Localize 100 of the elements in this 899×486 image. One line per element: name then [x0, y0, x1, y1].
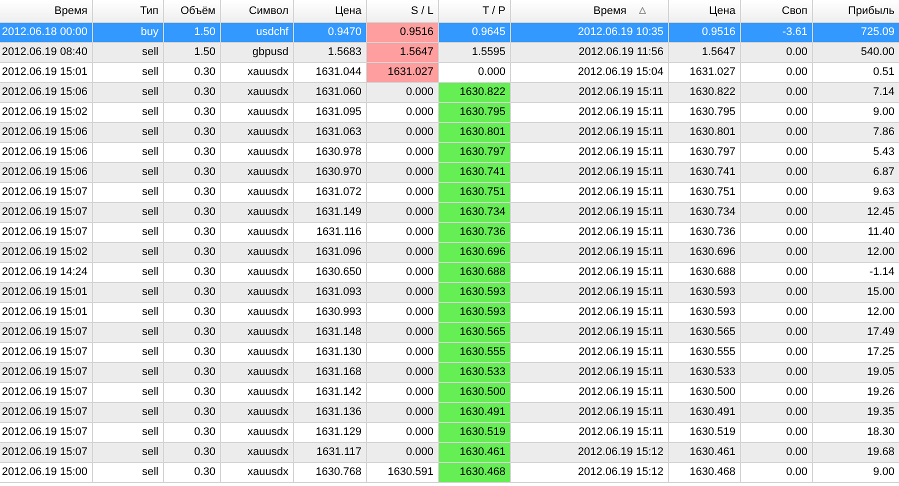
table-row[interactable]: 2012.06.19 15:07 sell 0.30 xauusdx 1631.072 0.000 1630.751 2012.06.19 15:11 1630.751 0.00 9.63: [0, 182, 899, 202]
table-cell: xauusdx: [220, 442, 293, 462]
table-row[interactable]: 2012.06.19 14:24 sell 0.30 xauusdx 1630.650 0.000 1630.688 2012.06.19 15:11 1630.688 0.00 -1.14: [0, 262, 899, 282]
column-header[interactable]: Символ: [220, 0, 293, 22]
table-row[interactable]: 2012.06.19 15:07 sell 0.30 xauusdx 1631.136 0.000 1630.491 2012.06.19 15:11 1630.491 0.00 19.35: [0, 402, 899, 422]
table-cell: 2012.06.19 11:56: [510, 42, 668, 62]
column-header[interactable]: Объём: [163, 0, 220, 22]
table-row[interactable]: 2012.06.19 15:01 sell 0.30 xauusdx 1630.993 0.000 1630.593 2012.06.19 15:11 1630.593 0.00 12.00: [0, 302, 899, 322]
table-row[interactable]: 2012.06.19 15:06 sell 0.30 xauusdx 1630.978 0.000 1630.797 2012.06.19 15:11 1630.797 0.00 5.43: [0, 142, 899, 162]
column-header[interactable]: Время: [510, 0, 668, 22]
table-row[interactable]: 2012.06.19 15:06 sell 0.30 xauusdx 1631.060 0.000 1630.822 2012.06.19 15:11 1630.822 0.00 7.14: [0, 82, 899, 102]
table-row[interactable]: 2012.06.19 15:07 sell 0.30 xauusdx 1631.168 0.000 1630.533 2012.06.19 15:11 1630.533 0.00 19.05: [0, 362, 899, 382]
table-cell: 0.9516: [366, 22, 438, 42]
table-cell: 0.00: [740, 242, 812, 262]
table-cell: 1630.533: [438, 362, 510, 382]
table-cell: 12.00: [812, 242, 899, 262]
table-cell: 19.05: [812, 362, 899, 382]
table-row[interactable]: 2012.06.19 08:40 sell 1.50 gbpusd 1.5683 1.5647 1.5595 2012.06.19 11:56 1.5647 0.00 540.00: [0, 42, 899, 62]
table-row[interactable]: 2012.06.19 15:06 sell 0.30 xauusdx 1631.063 0.000 1630.801 2012.06.19 15:11 1630.801 0.00 7.86: [0, 122, 899, 142]
table-row[interactable]: 2012.06.19 15:06 sell 0.30 xauusdx 1630.970 0.000 1630.741 2012.06.19 15:11 1630.741 0.00 6.87: [0, 162, 899, 182]
table-cell: 1630.696: [668, 242, 740, 262]
table-cell: sell: [92, 162, 163, 182]
table-cell: 1630.491: [668, 402, 740, 422]
table-cell: xauusdx: [220, 322, 293, 342]
table-row[interactable]: 2012.06.19 15:07 sell 0.30 xauusdx 1631.149 0.000 1630.734 2012.06.19 15:11 1630.734 0.00 12.45: [0, 202, 899, 222]
table-cell: 1630.741: [668, 162, 740, 182]
table-cell: 540.00: [812, 42, 899, 62]
table-cell: 1631.095: [293, 102, 366, 122]
table-row[interactable]: 2012.06.19 15:07 sell 0.30 xauusdx 1631.129 0.000 1630.519 2012.06.19 15:11 1630.519 0.00 18.30: [0, 422, 899, 442]
table-cell: 2012.06.19 15:11: [510, 102, 668, 122]
table-cell: 1.5647: [668, 42, 740, 62]
column-header[interactable]: Время: [0, 0, 92, 22]
column-header[interactable]: Цена: [668, 0, 740, 22]
table-row[interactable]: 2012.06.19 15:02 sell 0.30 xauusdx 1631.095 0.000 1630.795 2012.06.19 15:11 1630.795 0.00 9.00: [0, 102, 899, 122]
table-cell: 0.00: [740, 462, 812, 482]
table-cell: xauusdx: [220, 82, 293, 102]
table-cell: 1630.801: [438, 122, 510, 142]
table-cell: 2012.06.19 15:06: [0, 162, 92, 182]
table-cell: 0.00: [740, 162, 812, 182]
table-cell: 19.26: [812, 382, 899, 402]
table-cell: 0.30: [163, 302, 220, 322]
table-cell: 1631.149: [293, 202, 366, 222]
table-cell: 0.30: [163, 162, 220, 182]
table-cell: 19.68: [812, 442, 899, 462]
table-cell: 0.000: [366, 242, 438, 262]
column-header[interactable]: Прибыль: [812, 0, 899, 22]
table-row[interactable]: 2012.06.19 15:01 sell 0.30 xauusdx 1631.093 0.000 1630.593 2012.06.19 15:11 1630.593 0.00 15.00: [0, 282, 899, 302]
table-cell: 12.45: [812, 202, 899, 222]
table-cell: 0.00: [740, 62, 812, 82]
table-cell: xauusdx: [220, 102, 293, 122]
column-header[interactable]: Цена: [293, 0, 366, 22]
table-row[interactable]: 2012.06.19 15:07 sell 0.30 xauusdx 1631.117 0.000 1630.461 2012.06.19 15:12 1630.461 0.00 19.68: [0, 442, 899, 462]
table-cell: 2012.06.19 15:11: [510, 362, 668, 382]
table-cell: 1630.461: [668, 442, 740, 462]
table-cell: 0.00: [740, 222, 812, 242]
column-header[interactable]: Своп: [740, 0, 812, 22]
table-cell: usdchf: [220, 22, 293, 42]
table-row[interactable]: 2012.06.18 00:00 buy 1.50 usdchf 0.9470 0.9516 0.9645 2012.06.19 10:35 0.9516 -3.61 725.09: [0, 22, 899, 42]
column-header[interactable]: Тип: [92, 0, 163, 22]
table-row[interactable]: 2012.06.19 15:01 sell 0.30 xauusdx 1631.044 1631.027 0.000 2012.06.19 15:04 1631.027 0.00 0.51: [0, 62, 899, 82]
table-cell: sell: [92, 382, 163, 402]
table-row[interactable]: 2012.06.19 15:02 sell 0.30 xauusdx 1631.096 0.000 1630.696 2012.06.19 15:11 1630.696 0.00 12.00: [0, 242, 899, 262]
table-cell: xauusdx: [220, 122, 293, 142]
table-row[interactable]: 2012.06.19 15:07 sell 0.30 xauusdx 1631.148 0.000 1630.565 2012.06.19 15:11 1630.565 0.00 17.49: [0, 322, 899, 342]
table-cell: 2012.06.19 15:11: [510, 342, 668, 362]
table-cell: 0.30: [163, 462, 220, 482]
table-cell: 0.000: [366, 102, 438, 122]
table-cell: 1630.593: [438, 302, 510, 322]
table-row[interactable]: 2012.06.19 15:07 sell 0.30 xauusdx 1631.142 0.000 1630.500 2012.06.19 15:11 1630.500 0.00 19.26: [0, 382, 899, 402]
table-cell: 2012.06.19 15:07: [0, 442, 92, 462]
table-cell: xauusdx: [220, 62, 293, 82]
table-cell: 0.000: [366, 82, 438, 102]
table-row[interactable]: 2012.06.19 15:07 sell 0.30 xauusdx 1631.116 0.000 1630.736 2012.06.19 15:11 1630.736 0.00 11.40: [0, 222, 899, 242]
column-header[interactable]: S / L: [366, 0, 438, 22]
table-cell: 2012.06.19 15:02: [0, 242, 92, 262]
table-cell: 2012.06.19 15:06: [0, 142, 92, 162]
column-header[interactable]: T / P: [438, 0, 510, 22]
table-cell: 1630.751: [438, 182, 510, 202]
table-cell: 0.00: [740, 342, 812, 362]
table-cell: xauusdx: [220, 182, 293, 202]
table-cell: 2012.06.19 15:11: [510, 302, 668, 322]
table-cell: 2012.06.19 15:11: [510, 202, 668, 222]
table-cell: 0.9645: [438, 22, 510, 42]
table-row[interactable]: 2012.06.19 15:07 sell 0.30 xauusdx 1631.130 0.000 1630.555 2012.06.19 15:11 1630.555 0.00 17.25: [0, 342, 899, 362]
table-cell: xauusdx: [220, 242, 293, 262]
table-cell: xauusdx: [220, 262, 293, 282]
table-cell: 1630.736: [668, 222, 740, 242]
table-cell: 0.000: [366, 442, 438, 462]
table-cell: 2012.06.19 15:06: [0, 82, 92, 102]
table-cell: 0.00: [740, 362, 812, 382]
table-cell: 2012.06.19 15:07: [0, 342, 92, 362]
table-cell: 2012.06.19 15:07: [0, 362, 92, 382]
table-row[interactable]: 2012.06.19 15:00 sell 0.30 xauusdx 1630.768 1630.591 1630.468 2012.06.19 15:12 1630.468 0.00 9.00: [0, 462, 899, 482]
table-cell: sell: [92, 82, 163, 102]
table-cell: 1631.027: [366, 62, 438, 82]
table-cell: 1630.734: [438, 202, 510, 222]
table-cell: xauusdx: [220, 362, 293, 382]
table-cell: 1630.768: [293, 462, 366, 482]
table-cell: sell: [92, 462, 163, 482]
table-cell: 1630.591: [366, 462, 438, 482]
